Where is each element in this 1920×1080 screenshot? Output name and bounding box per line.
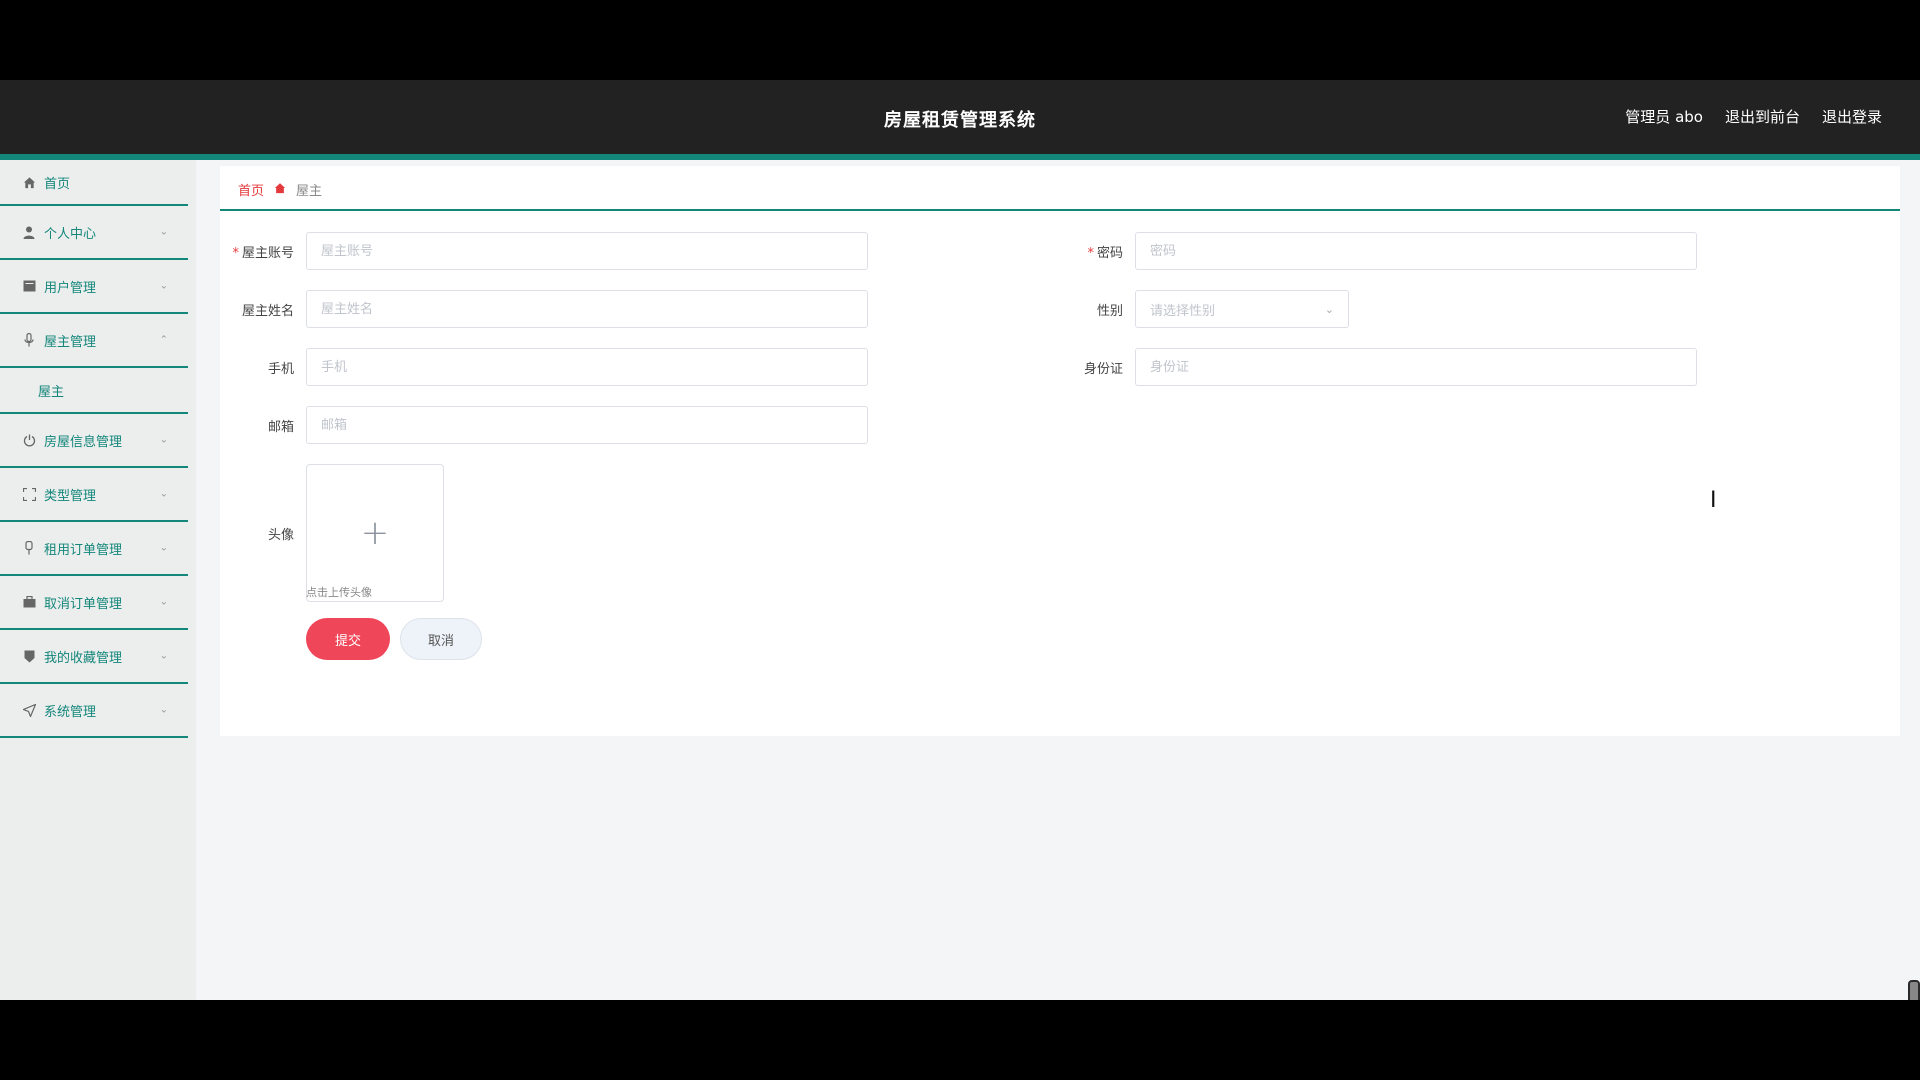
text-cursor-icon: I xyxy=(1710,488,1717,513)
sidebar-item-label: 个人中心 xyxy=(44,226,97,242)
sidebar-item-label: 类型管理 xyxy=(44,488,97,504)
email-input[interactable] xyxy=(306,406,868,444)
pin-icon xyxy=(22,541,36,555)
chevron-down-icon: ⌄ xyxy=(159,542,168,554)
chevron-down-icon: ⌄ xyxy=(159,280,168,292)
id-card-input[interactable] xyxy=(1135,348,1697,386)
chevron-down-icon: ⌄ xyxy=(159,596,168,608)
phone-input[interactable] xyxy=(306,348,868,386)
breadcrumb-divider xyxy=(220,209,1900,211)
home-icon xyxy=(274,182,286,197)
sidebar-item-label: 用户管理 xyxy=(44,280,97,296)
name-label: 屋主姓名 xyxy=(241,303,294,319)
user-icon xyxy=(22,225,36,239)
expand-icon xyxy=(22,487,36,501)
gender-select[interactable]: 请选择性别 ⌄ xyxy=(1135,290,1349,328)
sidebar-item-label: 屋主管理 xyxy=(44,334,97,350)
account-label: * 屋主账号 xyxy=(232,245,294,261)
exit-to-front-link[interactable]: 退出到前台 xyxy=(1725,106,1800,127)
sidebar-item-personal-center[interactable]: 个人中心 ⌄ xyxy=(0,206,188,260)
sidebar-item-house-info-management[interactable]: 房屋信息管理 ⌄ xyxy=(0,414,188,468)
mic-icon xyxy=(22,333,36,347)
avatar-uploader[interactable]: + xyxy=(306,464,444,602)
sidebar-subitem-owner[interactable]: 屋主 xyxy=(0,368,188,414)
logout-link[interactable]: 退出登录 xyxy=(1822,106,1882,127)
form-row-name: 屋主姓名 xyxy=(226,290,868,328)
form-row-password: * 密码 xyxy=(1055,232,1697,270)
avatar-upload-tip: 点击上传头像 xyxy=(306,586,372,599)
form-row-id-card: 身份证 xyxy=(1055,348,1697,386)
breadcrumb-current: 屋主 xyxy=(296,184,323,199)
sidebar-item-type-management[interactable]: 类型管理 ⌄ xyxy=(0,468,188,522)
chevron-down-icon: ⌄ xyxy=(159,650,168,662)
owner-name-input[interactable] xyxy=(306,290,868,328)
form-row-avatar: 头像 + xyxy=(226,464,444,602)
email-label: 邮箱 xyxy=(267,419,294,435)
form-row-phone: 手机 xyxy=(226,348,868,386)
app-window: 房屋租赁管理系统 管理员 abo 退出到前台 退出登录 首页 个人中心 ⌄ 用户… xyxy=(0,80,1920,1000)
sidebar-item-label: 房屋信息管理 xyxy=(44,434,123,450)
chevron-up-icon: ⌃ xyxy=(159,334,168,346)
chevron-down-icon: ⌄ xyxy=(159,434,168,446)
plus-icon: + xyxy=(360,513,390,553)
sidebar-item-rental-order-management[interactable]: 租用订单管理 ⌄ xyxy=(0,522,188,576)
password-label: * 密码 xyxy=(1087,245,1123,261)
sidebar-item-owner-management[interactable]: 屋主管理 ⌃ xyxy=(0,314,188,368)
chevron-down-icon: ⌄ xyxy=(159,488,168,500)
header-actions: 管理员 abo 退出到前台 退出登录 xyxy=(1625,106,1882,127)
home-icon xyxy=(22,175,36,189)
sidebar-item-label: 取消订单管理 xyxy=(44,596,123,612)
cancel-button[interactable]: 取消 xyxy=(400,618,482,660)
breadcrumb-home-link[interactable]: 首页 xyxy=(238,180,264,199)
current-user: 管理员 abo xyxy=(1625,108,1703,126)
sidebar-item-user-management[interactable]: 用户管理 ⌄ xyxy=(0,260,188,314)
bookmark-icon xyxy=(22,649,36,663)
sidebar-item-label: 我的收藏管理 xyxy=(44,650,123,666)
submit-button[interactable]: 提交 xyxy=(306,618,390,660)
owner-account-input[interactable] xyxy=(306,232,868,270)
gender-select-placeholder: 请选择性别 xyxy=(1150,303,1216,319)
chevron-down-icon: ⌄ xyxy=(159,704,168,716)
main-content: 首页 屋主 *屋主账号 *密码 屋主姓名 性别 请选择性别 ⌄ xyxy=(220,166,1900,736)
chevron-down-icon: ⌄ xyxy=(159,226,168,238)
sidebar-item-system-management[interactable]: 系统管理 ⌄ xyxy=(0,684,188,738)
sidebar-item-label: 首页 xyxy=(44,176,71,192)
sidebar-item-favorites-management[interactable]: 我的收藏管理 ⌄ xyxy=(0,630,188,684)
sidebar: 首页 个人中心 ⌄ 用户管理 ⌄ 屋主管理 ⌃ 屋主 房屋信息管理 ⌄ 类型管理… xyxy=(0,160,196,1000)
scrollbar-handle[interactable] xyxy=(1908,980,1920,1000)
form-row-account: * 屋主账号 xyxy=(226,232,868,270)
sidebar-item-label: 系统管理 xyxy=(44,704,97,720)
header-accent-bar xyxy=(0,154,1920,160)
letterbox-bottom xyxy=(0,1000,1920,1080)
sidebar-item-cancel-order-management[interactable]: 取消订单管理 ⌄ xyxy=(0,576,188,630)
letterbox-top xyxy=(0,0,1920,80)
phone-label: 手机 xyxy=(267,361,294,377)
breadcrumb: 首页 屋主 xyxy=(238,180,322,199)
gender-label: 性别 xyxy=(1096,303,1123,319)
briefcase-icon xyxy=(22,595,36,609)
sidebar-item-home[interactable]: 首页 xyxy=(0,160,188,206)
form-row-gender: 性别 请选择性别 ⌄ xyxy=(1055,290,1349,328)
send-icon xyxy=(22,703,36,717)
power-icon xyxy=(22,433,36,447)
avatar-label: 头像 xyxy=(267,527,294,543)
sidebar-item-label: 租用订单管理 xyxy=(44,542,123,558)
top-header: 房屋租赁管理系统 管理员 abo 退出到前台 退出登录 xyxy=(0,80,1920,154)
chevron-down-icon: ⌄ xyxy=(1324,302,1334,316)
users-icon xyxy=(22,279,36,293)
form-row-email: 邮箱 xyxy=(226,406,868,444)
password-input[interactable] xyxy=(1135,232,1697,270)
id-card-label: 身份证 xyxy=(1083,361,1123,377)
